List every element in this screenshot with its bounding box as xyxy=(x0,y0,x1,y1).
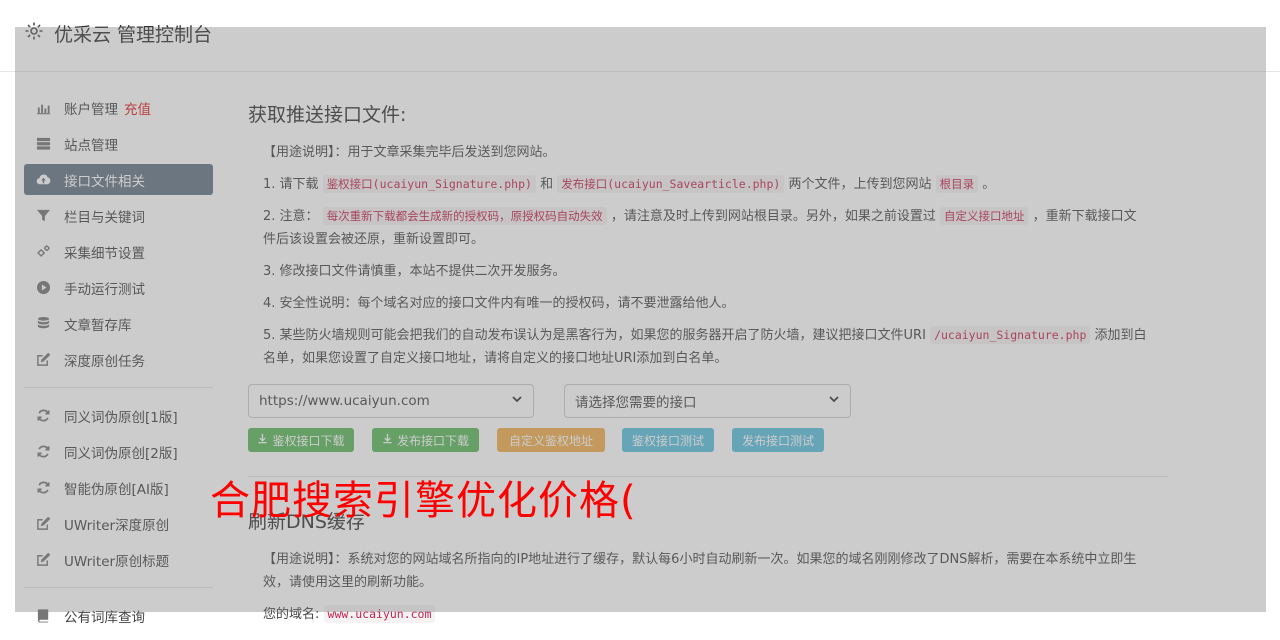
modal-backdrop[interactable] xyxy=(15,27,1266,612)
watermark-text: 合肥搜索引擎优化价格( xyxy=(210,478,637,524)
page: 优采云 管理控制台 账户管理 充值 站点管理 接口文件相关 栏目与关键词 采集细… xyxy=(0,0,1280,640)
